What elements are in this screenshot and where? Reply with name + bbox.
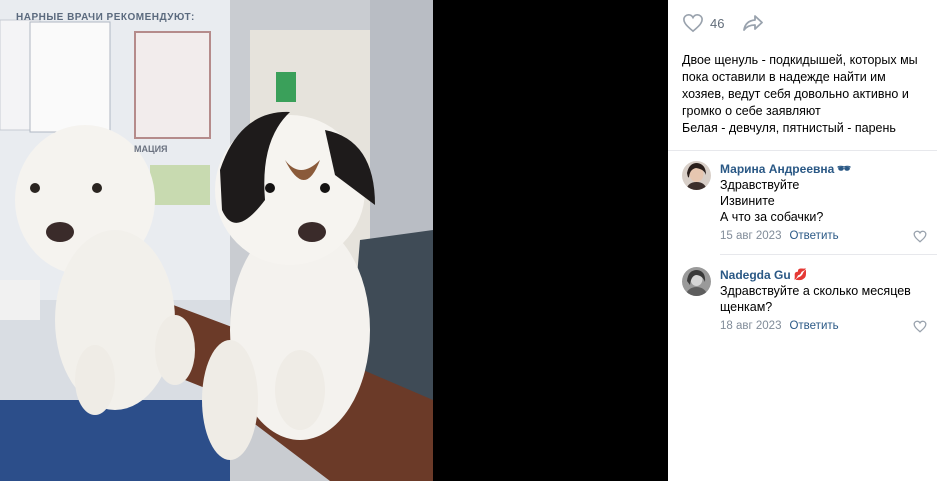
post-caption: Двое щенуль - подкидышей, которых мы пок…	[668, 46, 937, 137]
reply-button[interactable]: Ответить	[789, 230, 838, 242]
like-button[interactable]: 46	[682, 13, 724, 33]
avatar-image	[682, 267, 711, 296]
avatar[interactable]	[682, 161, 711, 190]
caption-text: Двое щенуль - подкидышей, которых мы пок…	[682, 53, 918, 118]
comment-author-name[interactable]: Марина Андреевна	[720, 161, 834, 177]
comment-line: А что за собачки?	[720, 210, 824, 224]
comment-meta: 18 авг 2023 Ответить	[720, 320, 927, 333]
comment-author-name[interactable]: Nadegda Gu	[720, 267, 791, 283]
comment-like-heart-icon[interactable]	[913, 320, 927, 333]
post-actions: 46	[668, 0, 937, 46]
avatar[interactable]	[682, 267, 711, 296]
puppies-photo	[0, 0, 433, 481]
comment-date[interactable]: 15 авг 2023	[720, 230, 781, 242]
comment-text: Здравствуйте Извините А что за собачки?	[720, 177, 923, 225]
comment-meta: 15 авг 2023 Ответить	[720, 230, 927, 243]
likes-count: 46	[710, 15, 725, 31]
comment-author[interactable]: Марина Андреевна 🕶	[720, 161, 923, 177]
share-icon	[743, 15, 764, 31]
viewer-backdrop	[433, 0, 668, 481]
post-photo[interactable]: НАРНЫЕ ВРАЧИ РЕКОМЕНДУЮТ: МАЦИЯ	[0, 0, 433, 481]
share-button[interactable]	[742, 13, 766, 33]
comment-line: Здравствуйте а сколько месяцев щенкам?	[720, 284, 911, 314]
comment-line: Извините	[720, 194, 775, 208]
photo-sign-text: НАРНЫЕ ВРАЧИ РЕКОМЕНДУЮТ:	[16, 12, 195, 23]
comment-date[interactable]: 18 авг 2023	[720, 320, 781, 332]
post-sidebar: 46 Двое щенуль - подкидышей, которых мы …	[668, 0, 937, 481]
comment-item: Nadegda Gu 💋 Здравствуйте а сколько меся…	[668, 255, 937, 333]
comment-author[interactable]: Nadegda Gu 💋	[720, 267, 923, 283]
comment-item: Марина Андреевна 🕶 Здравствуйте Извините…	[668, 151, 937, 243]
lips-icon: 💋	[793, 269, 808, 281]
comment-text: Здравствуйте а сколько месяцев щенкам?	[720, 283, 923, 315]
sunglasses-icon: 🕶	[837, 163, 852, 175]
reply-button[interactable]: Ответить	[789, 320, 838, 332]
photo-sign2-text: МАЦИЯ	[134, 144, 168, 154]
heart-icon	[683, 13, 703, 33]
avatar-image	[682, 161, 711, 190]
photo-viewer: НАРНЫЕ ВРАЧИ РЕКОМЕНДУЮТ: МАЦИЯ	[0, 0, 668, 481]
comment-line: Здравствуйте	[720, 178, 800, 192]
comment-like-heart-icon[interactable]	[913, 230, 927, 243]
caption-text-2: Белая - девчуля, пятнистый - парень	[682, 121, 896, 135]
